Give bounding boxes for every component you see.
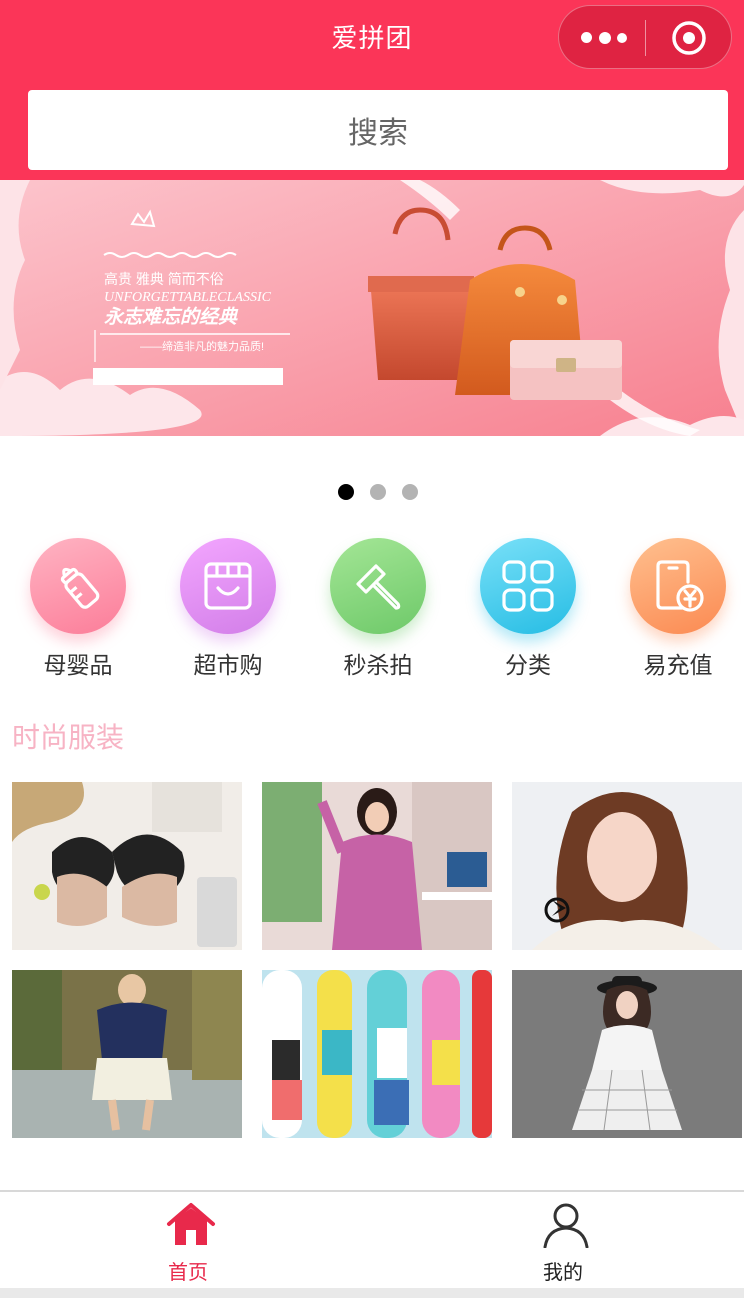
capsule-divider bbox=[645, 20, 646, 56]
category-label: 秒杀拍 bbox=[343, 653, 413, 679]
grid-icon bbox=[502, 560, 554, 612]
more-menu-icon[interactable] bbox=[581, 28, 627, 48]
product-tile[interactable] bbox=[12, 970, 242, 1138]
product-image bbox=[512, 782, 742, 950]
search-bar[interactable]: 搜索 bbox=[28, 90, 728, 170]
product-tile[interactable] bbox=[12, 782, 242, 950]
baby-bottle-icon bbox=[60, 567, 100, 609]
banner-line-4: ——缔造非凡的魅力品质! bbox=[140, 339, 264, 353]
category-supermarket[interactable]: 超市购 bbox=[152, 538, 302, 679]
phone-recharge-icon bbox=[656, 560, 704, 612]
close-target-icon[interactable] bbox=[671, 20, 707, 56]
carousel-dot-1[interactable] bbox=[338, 484, 354, 500]
store-icon bbox=[204, 562, 252, 610]
product-image bbox=[12, 970, 242, 1138]
search-label: 搜索 bbox=[348, 116, 408, 151]
category-maternity[interactable]: 母婴品 bbox=[2, 538, 152, 679]
carousel-indicators bbox=[0, 484, 744, 500]
bottom-strip bbox=[0, 1288, 744, 1298]
banner-line-2: UNFORGETTABLECLASSIC bbox=[104, 290, 272, 305]
category-label: 分类 bbox=[505, 653, 551, 679]
bottom-tab-bar: 首页 我的 bbox=[0, 1190, 744, 1288]
user-icon bbox=[543, 1203, 589, 1248]
category-classify[interactable]: 分类 bbox=[452, 538, 602, 679]
category-label: 超市购 bbox=[193, 653, 263, 679]
banner-line-1: 高贵 雅典 简而不俗 bbox=[104, 271, 224, 287]
product-tile[interactable] bbox=[262, 970, 492, 1138]
product-image bbox=[262, 970, 492, 1138]
product-image bbox=[12, 782, 242, 950]
product-image bbox=[512, 970, 742, 1138]
category-label: 易充值 bbox=[643, 653, 713, 679]
carousel-dot-3[interactable] bbox=[402, 484, 418, 500]
product-tile[interactable] bbox=[262, 782, 492, 950]
tab-home[interactable]: 首页 bbox=[2, 1192, 374, 1290]
category-flash-sale[interactable]: 秒杀拍 bbox=[302, 538, 452, 679]
top-navigation-bar: 爱拼团 搜索 bbox=[0, 0, 744, 180]
product-tile[interactable] bbox=[512, 970, 742, 1138]
section-title: 时尚服装 bbox=[12, 721, 125, 754]
tab-mine[interactable]: 我的 bbox=[377, 1192, 744, 1290]
product-image bbox=[262, 782, 492, 950]
banner-line-3: 永志难忘的经典 bbox=[104, 306, 239, 328]
hammer-icon bbox=[356, 564, 401, 610]
banner-image: 高贵 雅典 简而不俗 UNFORGETTABLECLASSIC 永志难忘的经典 … bbox=[0, 180, 744, 436]
home-icon bbox=[167, 1203, 215, 1245]
mini-program-capsule bbox=[558, 5, 732, 69]
carousel-dot-2[interactable] bbox=[370, 484, 386, 500]
promo-banner[interactable]: 高贵 雅典 简而不俗 UNFORGETTABLECLASSIC 永志难忘的经典 … bbox=[0, 180, 744, 436]
tab-home-label: 首页 bbox=[168, 1260, 208, 1284]
category-recharge[interactable]: 易充值 bbox=[602, 538, 744, 679]
product-tile[interactable] bbox=[512, 782, 742, 950]
tab-mine-label: 我的 bbox=[543, 1260, 583, 1284]
category-label: 母婴品 bbox=[43, 653, 113, 679]
